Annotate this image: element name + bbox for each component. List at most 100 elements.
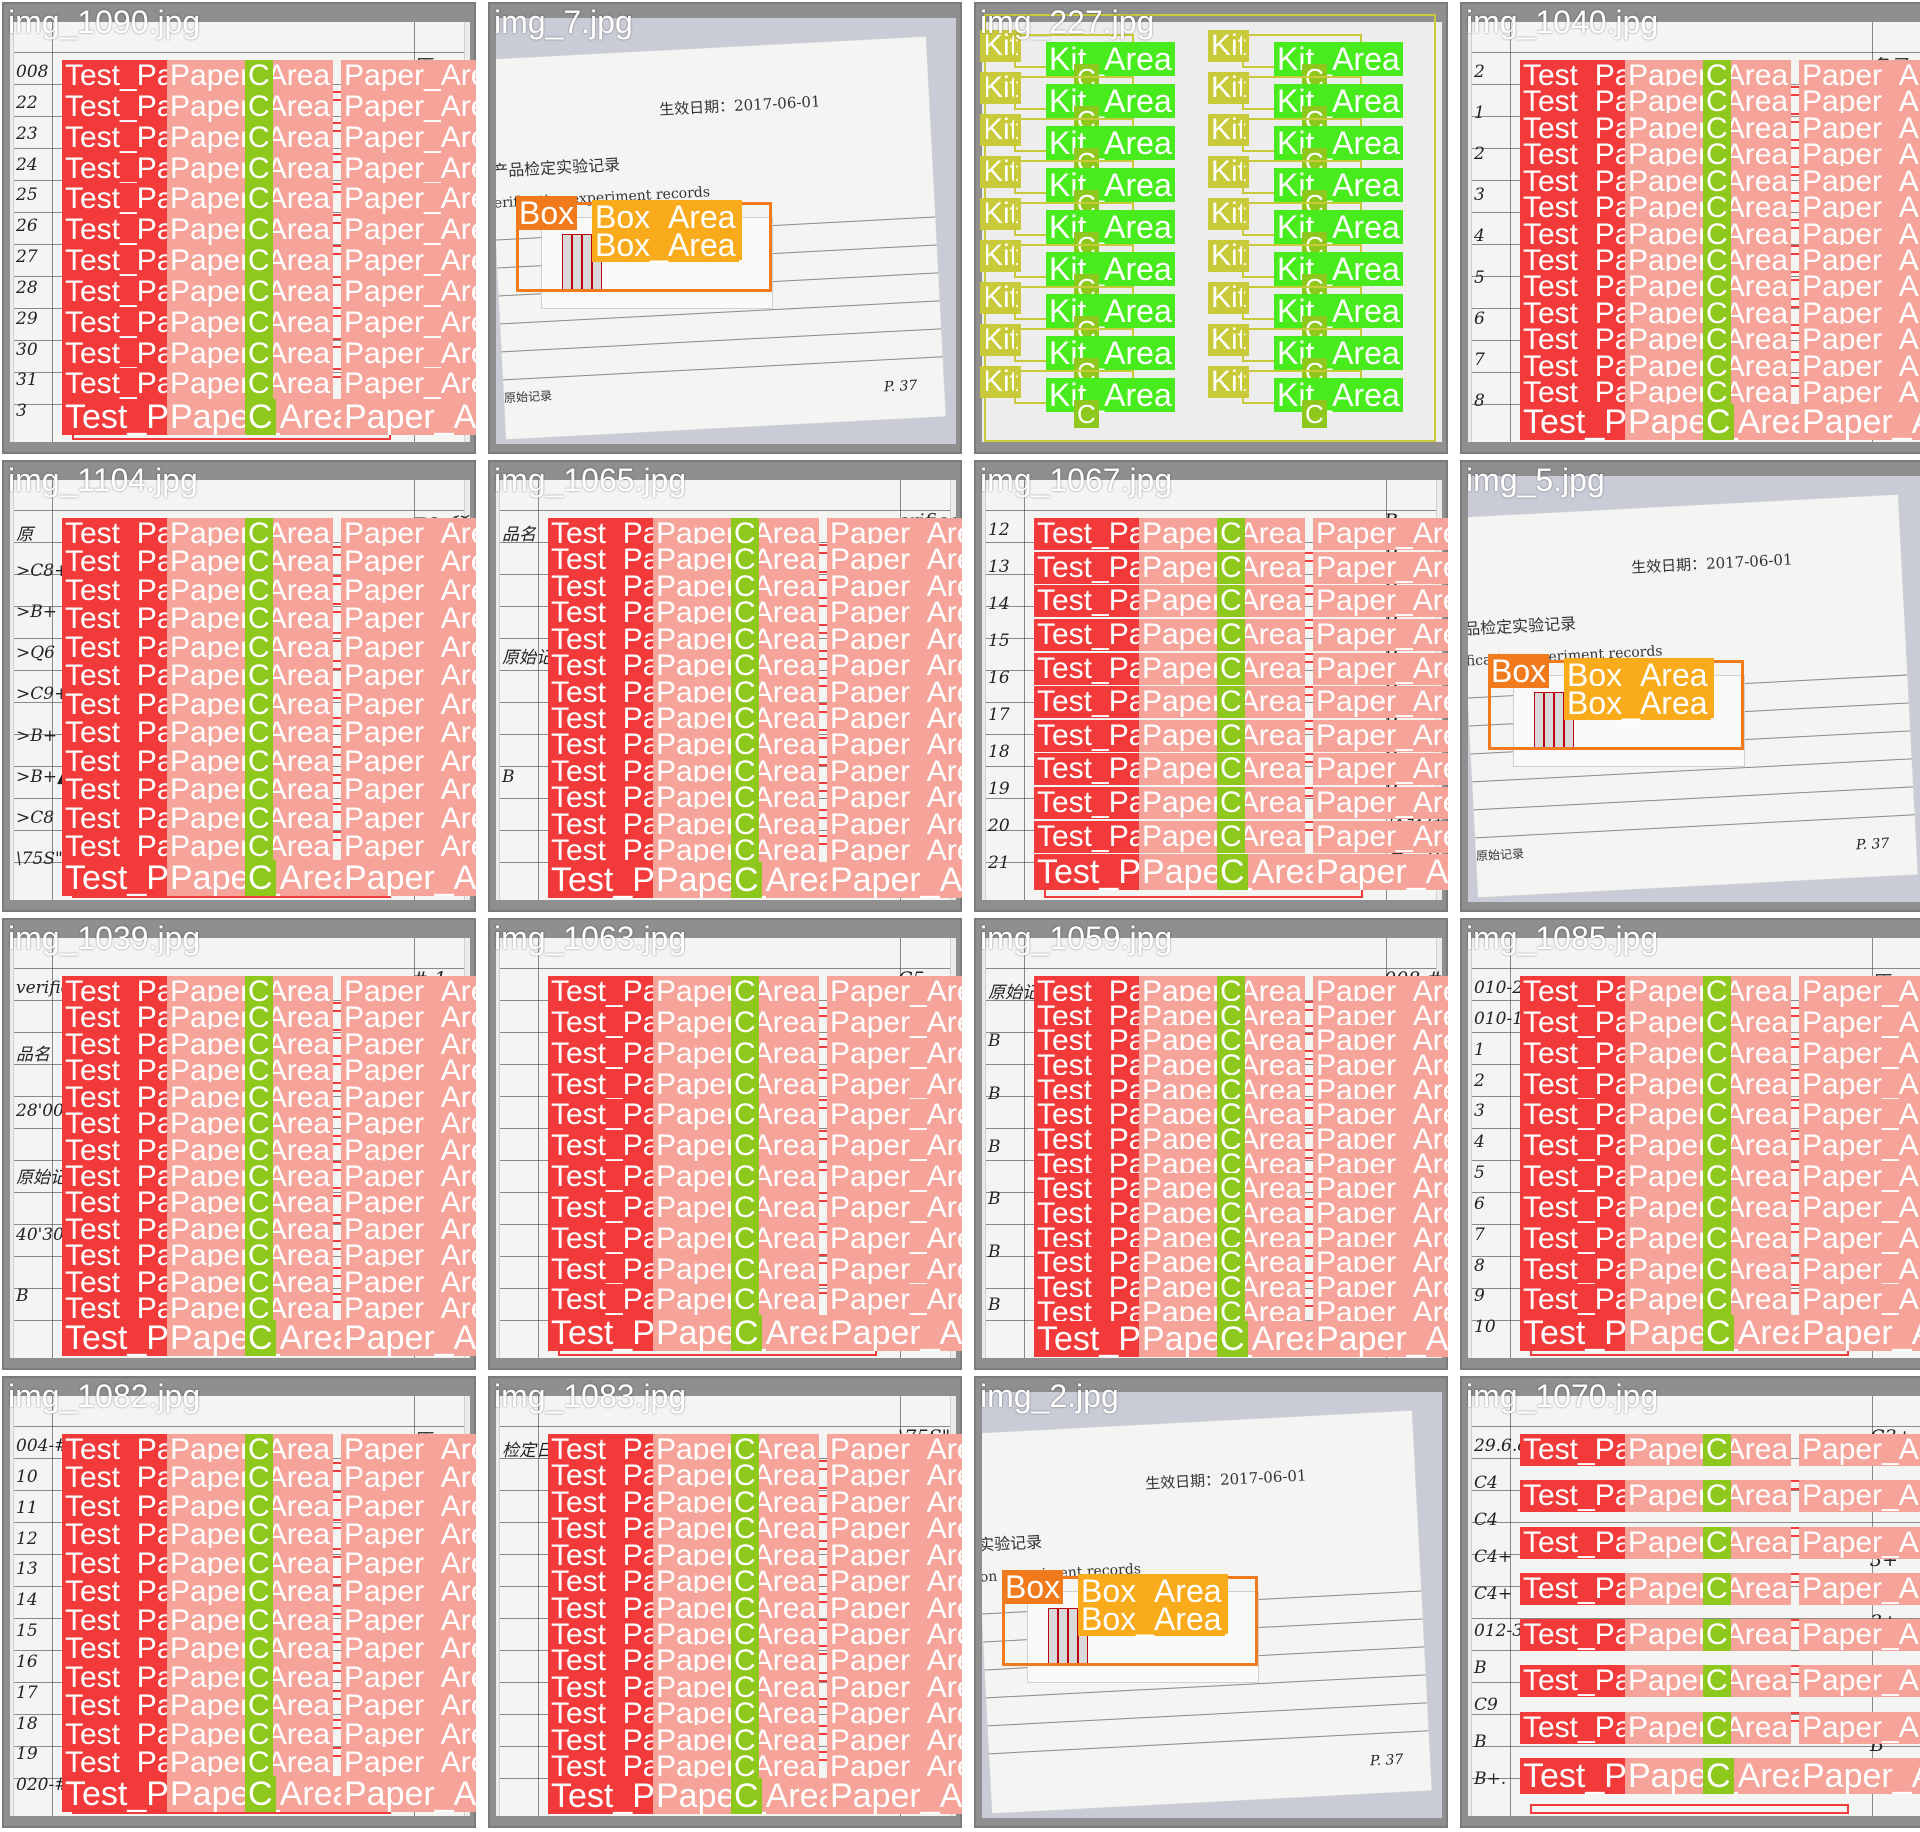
handwritten-note: 29.6.c (1474, 1436, 1527, 1456)
handwritten-note: 21 (988, 853, 1010, 873)
handwritten-note: 008 (16, 62, 49, 82)
c-line-label: C (245, 245, 273, 277)
c-line-label: C (1217, 551, 1245, 584)
paper-area-label: Paper_Area (827, 1161, 962, 1193)
tile-filename: img_1082.jpg (8, 1378, 201, 1414)
handwritten-note: 15 (16, 1621, 38, 1641)
handwritten-note: 原始记 (988, 983, 1039, 1003)
c-line-label: C (731, 1253, 759, 1286)
handwritten-note: 18 (988, 742, 1010, 762)
handwritten-note: 19 (988, 779, 1010, 799)
table-rule (503, 356, 943, 381)
paper-area-label: Paper_Area (1313, 854, 1448, 891)
table-rule (986, 968, 1436, 969)
paper-area-label: Paper_Area (1799, 1711, 1920, 1744)
box-label: Box (1002, 1570, 1064, 1604)
c-line-label: C (1703, 1480, 1731, 1513)
c-line-label: C (245, 1775, 276, 1812)
paper-area-label: Paper_Area (827, 1037, 962, 1070)
table-rule (538, 938, 539, 1358)
handwritten-note: 12 (988, 520, 1010, 540)
c-line-label: C (1217, 854, 1248, 891)
table-rule (1510, 22, 1511, 442)
paper-area-label: Paper_Area (341, 214, 476, 247)
paper-area-label: Paper_Area (827, 1284, 962, 1317)
table-rule (52, 938, 53, 1358)
handwritten-note: 7 (1474, 349, 1485, 370)
paper-area-label: Paper_Area (341, 183, 476, 216)
c-line-label: C (245, 214, 273, 247)
paper-area-label: Paper_Area (1313, 1321, 1448, 1358)
handwritten-note: >C8+ (16, 561, 69, 582)
image-tile: verification experiment records品名28'00原始… (2, 918, 476, 1370)
handwritten-note: 31 (16, 370, 38, 391)
c-line-label: C (1703, 1161, 1731, 1193)
handwritten-note: >C8 (16, 807, 55, 828)
handwritten-note: \75S" (16, 848, 63, 869)
tile-filename: img_1040.jpg (1466, 4, 1659, 40)
paper-area-label: Paper_Area (1799, 1757, 1920, 1794)
tile-filename: img_1059.jpg (980, 920, 1173, 956)
paper-area-label: Paper_Area (1313, 618, 1448, 651)
paper-area-label: Paper_Area (1313, 652, 1448, 685)
handwritten-note: 2 (1474, 62, 1485, 82)
handwritten-note: 2 (1474, 144, 1485, 165)
kit-tray-box (984, 14, 1436, 442)
handwritten-note: 8 (1474, 390, 1485, 411)
table-rule (52, 1396, 53, 1816)
handwritten-note: 15 (988, 631, 1010, 651)
handwritten-note: B (988, 1242, 1001, 1263)
table-rule (14, 510, 464, 511)
handwritten-note: 16 (16, 1651, 38, 1672)
c-line-label: C (245, 306, 273, 339)
table-rule (1472, 968, 1920, 969)
paper-area-label: Paper_Area (341, 1775, 476, 1812)
page-number: P. 37 (1369, 1751, 1404, 1770)
paper-area-label: Paper_Area (341, 859, 476, 896)
c-line-label: C (1217, 518, 1245, 550)
paper-area-label: Paper_Area (341, 306, 476, 339)
effective-date: 生效日期：2017-06-01 (1630, 550, 1793, 577)
table-rule (986, 510, 1436, 511)
c-line-label: C (1217, 585, 1245, 618)
paper-area-label: Paper_Area (1799, 1161, 1920, 1193)
paper-area-label: Paper_Area (1799, 1315, 1920, 1352)
paper-area-label: Paper_Area (1799, 1222, 1920, 1255)
image-tile: 29.6.cC4C4C4+C4+012-34-7BC9BB+.C3+9+3+3+… (1460, 1376, 1920, 1828)
handwritten-note: 20 (988, 816, 1010, 836)
handwritten-note: C9 (1474, 1695, 1498, 1715)
c-line-label: C (731, 1315, 762, 1352)
image-tile: 生效日期：2017-06-01实验记录on experiment records… (974, 1376, 1448, 1828)
box-label: Box (516, 196, 578, 230)
image-tile: 原始记BBBBBB008-#-1293031015-22-2Test_Paper… (974, 918, 1448, 1370)
paper-area-label: Paper_Area (827, 1068, 962, 1101)
table-rule (1510, 938, 1511, 1358)
handwritten-note: C4 (1474, 1473, 1498, 1493)
c-line-label: C (1703, 1222, 1731, 1255)
handwritten-note: 24 (16, 154, 38, 175)
image-tile: 生效日期：2017-06-01 品检定实验记录 fication experimen… (1460, 460, 1920, 912)
paper-area-label: Paper_Area (1799, 1191, 1920, 1224)
handwritten-note: C4 (1474, 1510, 1498, 1530)
handwritten-note: B+. (1474, 1769, 1507, 1789)
paper-area-label: Paper_Area (341, 368, 476, 401)
handwritten-note: 品名 (502, 525, 536, 545)
handwritten-note: 14 (16, 1590, 38, 1611)
handwritten-note: >B+ (16, 602, 57, 623)
image-tile: 生效日期：2017-06-01 产品检定实验记录 erification exper… (488, 2, 962, 454)
handwritten-note: B (988, 1030, 1001, 1051)
handwritten-note: 13 (988, 557, 1010, 577)
handwritten-note: 13 (16, 1559, 38, 1580)
handwritten-note: 3 (1474, 185, 1485, 206)
c-line-label: C (1217, 1321, 1248, 1358)
handwritten-note: 5 (1474, 267, 1485, 288)
c-line-label: C (1703, 1191, 1731, 1224)
paper-area-label: Paper_Area (341, 245, 476, 277)
c-line-label: C (245, 1319, 276, 1356)
paper-area-label: Paper_Area (827, 1099, 962, 1132)
handwritten-note: >B+ (16, 725, 57, 746)
paper-area-label: Paper_Area (1799, 1526, 1920, 1559)
c-line-label: C (1703, 1068, 1731, 1101)
paper-area-label: Paper_Area (1799, 1006, 1920, 1039)
table-rule (500, 968, 950, 969)
